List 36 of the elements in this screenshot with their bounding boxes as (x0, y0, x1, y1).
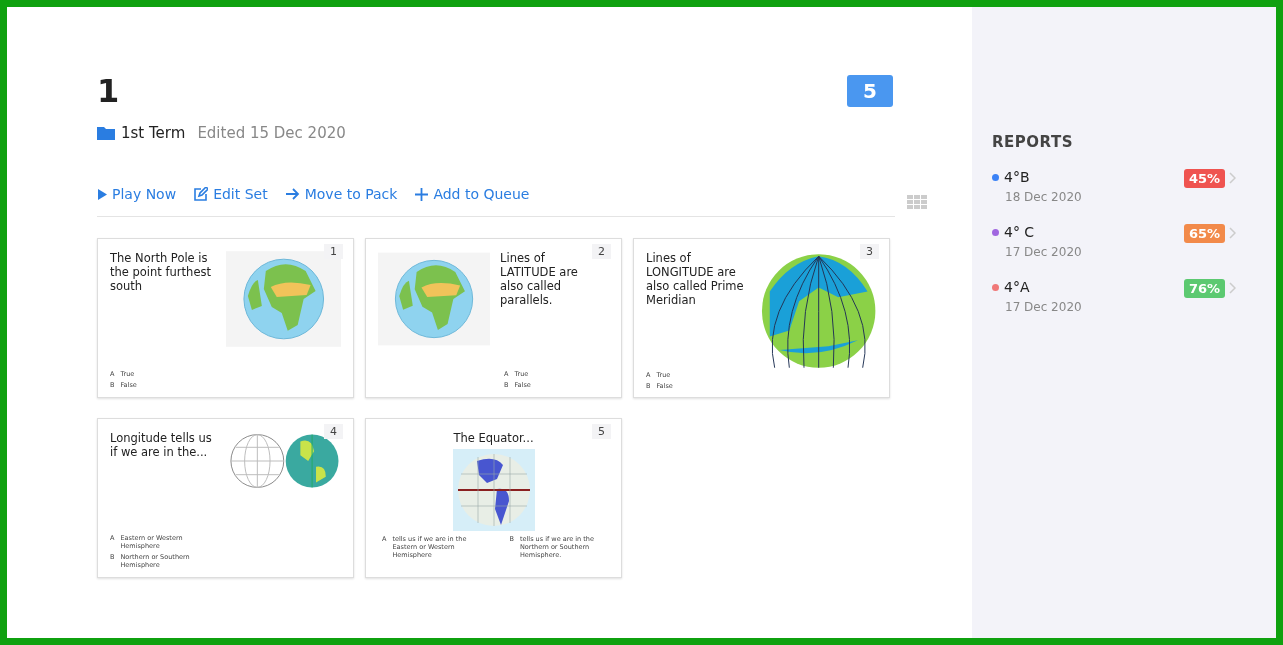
score-badge: 65% (1183, 224, 1225, 243)
question-text: Lines of LATITUDE are also called parallels. (500, 251, 579, 309)
arrow-right-icon (285, 188, 300, 200)
action-link[interactable]: Move to Pack (285, 186, 398, 202)
question-number: 3 (860, 244, 879, 259)
action-link[interactable]: Edit Set (194, 186, 268, 202)
grid-view-icon[interactable] (907, 194, 927, 209)
play-icon (97, 188, 107, 200)
set-title: 1 (97, 75, 120, 107)
chevron-right-icon[interactable] (1229, 282, 1236, 294)
class-name[interactable]: 4° C (1004, 224, 1035, 240)
question-number: 5 (592, 424, 611, 439)
score-badge: 45% (1183, 169, 1225, 188)
reports-heading: REPORTS (992, 133, 1074, 151)
class-name[interactable]: 4°B (1004, 169, 1030, 185)
report-date: 17 Dec 2020 (1005, 245, 1082, 259)
action-link[interactable]: Play Now (97, 186, 177, 202)
class-name[interactable]: 4°A (1004, 279, 1030, 295)
question-text: Lines of LONGITUDE are also called Prime Meridian (646, 251, 745, 309)
plus-icon (415, 187, 429, 201)
chevron-right-icon[interactable] (1229, 227, 1236, 239)
question-count: 5 (847, 75, 893, 107)
question-text: Longitude tells us if we are in the... (110, 431, 213, 461)
report-date: 17 Dec 2020 (1005, 300, 1082, 314)
chevron-right-icon[interactable] (1229, 172, 1236, 184)
question-number: 4 (324, 424, 343, 439)
edited-date: Edited 15 Dec 2020 (197, 124, 346, 142)
action-link[interactable]: Add to Queue (415, 186, 530, 202)
edit-icon (194, 187, 209, 201)
question-number: 1 (324, 244, 343, 259)
score-badge: 76% (1183, 279, 1225, 298)
report-date: 18 Dec 2020 (1005, 190, 1082, 204)
question-number: 2 (592, 244, 611, 259)
folder-icon (97, 126, 115, 140)
question-text: The North Pole is the point furthest south (110, 251, 212, 295)
folder-name: 1st Term (121, 124, 186, 142)
